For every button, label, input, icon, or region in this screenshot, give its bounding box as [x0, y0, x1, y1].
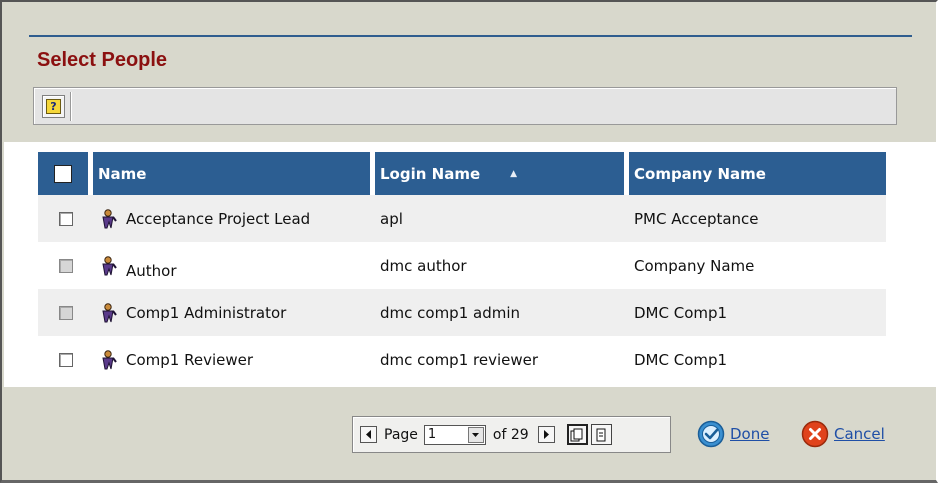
page-number-select[interactable]: 1 — [423, 424, 486, 445]
person-name: Author — [126, 261, 177, 280]
login-name: dmc author — [380, 256, 467, 275]
next-page-button[interactable] — [537, 426, 555, 443]
cancel-action[interactable]: Cancel — [801, 420, 885, 448]
login-cell: dmc comp1 admin — [375, 289, 629, 336]
help-icon: ? — [46, 99, 61, 114]
chevron-right-icon — [543, 430, 549, 439]
cancel-link[interactable]: Cancel — [834, 425, 885, 443]
login-name: apl — [380, 209, 403, 228]
table-row[interactable]: Comp1 Reviewer dmc comp1 reviewer DMC Co… — [38, 336, 886, 383]
column-header-name[interactable]: Name — [93, 152, 370, 195]
people-table: Name Login Name ▲ Company Name Acceptanc… — [38, 152, 886, 383]
pagination-bar: Page 1 of 29 — [352, 416, 671, 453]
done-action[interactable]: Done — [697, 420, 769, 448]
table-body: Acceptance Project Lead apl PMC Acceptan… — [38, 195, 886, 383]
people-list-panel: Name Login Name ▲ Company Name Acceptanc… — [4, 142, 936, 387]
name-cell: Comp1 Administrator — [93, 289, 375, 336]
company-name: DMC Comp1 — [634, 350, 728, 369]
table-row[interactable]: Comp1 Administrator dmc comp1 admin DMC … — [38, 289, 886, 336]
previous-page-button[interactable] — [360, 426, 377, 443]
row-checkbox — [58, 258, 73, 273]
toolbar: ? — [33, 87, 897, 125]
company-name: Company Name — [634, 256, 755, 275]
row-checkbox[interactable] — [58, 352, 73, 367]
company-name: DMC Comp1 — [634, 303, 728, 322]
company-name: PMC Acceptance — [634, 209, 759, 228]
name-cell: Author — [93, 242, 375, 289]
company-cell: DMC Comp1 — [629, 336, 886, 383]
done-link[interactable]: Done — [730, 425, 769, 443]
paged-view-button[interactable] — [566, 424, 588, 445]
close-icon — [801, 420, 829, 448]
person-icon — [98, 208, 120, 230]
column-header-login-name[interactable]: Login Name ▲ — [375, 152, 624, 195]
row-checkbox[interactable] — [58, 211, 73, 226]
help-button[interactable]: ? — [42, 95, 65, 118]
row-select-cell — [38, 242, 93, 289]
page-title: Select People — [37, 49, 168, 71]
column-header-label: Login Name — [380, 164, 481, 183]
toolbar-separator — [70, 92, 72, 121]
select-all-header — [38, 152, 88, 195]
person-icon — [98, 255, 120, 277]
person-name: Comp1 Administrator — [126, 303, 287, 322]
name-cell: Acceptance Project Lead — [93, 195, 375, 242]
person-icon — [98, 302, 120, 324]
chevron-left-icon — [366, 430, 371, 439]
table-header: Name Login Name ▲ Company Name — [38, 152, 886, 195]
sort-ascending-icon: ▲ — [510, 168, 518, 179]
row-select-cell — [38, 289, 93, 336]
column-header-company-name[interactable]: Company Name — [629, 152, 886, 195]
login-name: dmc comp1 reviewer — [380, 350, 539, 369]
table-row[interactable]: Author dmc author Company Name — [38, 242, 886, 289]
row-select-cell — [38, 336, 93, 383]
company-cell: PMC Acceptance — [629, 195, 886, 242]
row-select-cell — [38, 195, 93, 242]
single-page-view-button[interactable] — [590, 424, 612, 445]
view-toggle-group — [566, 424, 612, 445]
login-cell: dmc comp1 reviewer — [375, 336, 629, 383]
chevron-down-icon[interactable] — [467, 426, 484, 443]
page-label: Page — [384, 426, 418, 443]
row-checkbox — [58, 305, 73, 320]
person-name: Acceptance Project Lead — [126, 209, 311, 228]
current-page-value: 1 — [427, 427, 437, 442]
name-cell: Comp1 Reviewer — [93, 336, 375, 383]
pages-icon — [570, 428, 583, 441]
header-divider — [29, 35, 912, 37]
page-count-label: of 29 — [492, 426, 529, 443]
column-header-label: Company Name — [634, 164, 766, 183]
checkmark-icon — [697, 420, 725, 448]
company-cell: Company Name — [629, 242, 886, 289]
login-cell: apl — [375, 195, 629, 242]
page-icon — [596, 428, 606, 441]
select-all-checkbox[interactable] — [54, 164, 72, 183]
person-icon — [98, 349, 120, 371]
person-name: Comp1 Reviewer — [126, 350, 254, 369]
table-row[interactable]: Acceptance Project Lead apl PMC Acceptan… — [38, 195, 886, 242]
company-cell: DMC Comp1 — [629, 289, 886, 336]
select-people-dialog: Select People ? Name Login Name ▲ Compan… — [0, 0, 938, 483]
login-cell: dmc author — [375, 242, 629, 289]
login-name: dmc comp1 admin — [380, 303, 521, 322]
column-header-label: Name — [98, 164, 147, 183]
